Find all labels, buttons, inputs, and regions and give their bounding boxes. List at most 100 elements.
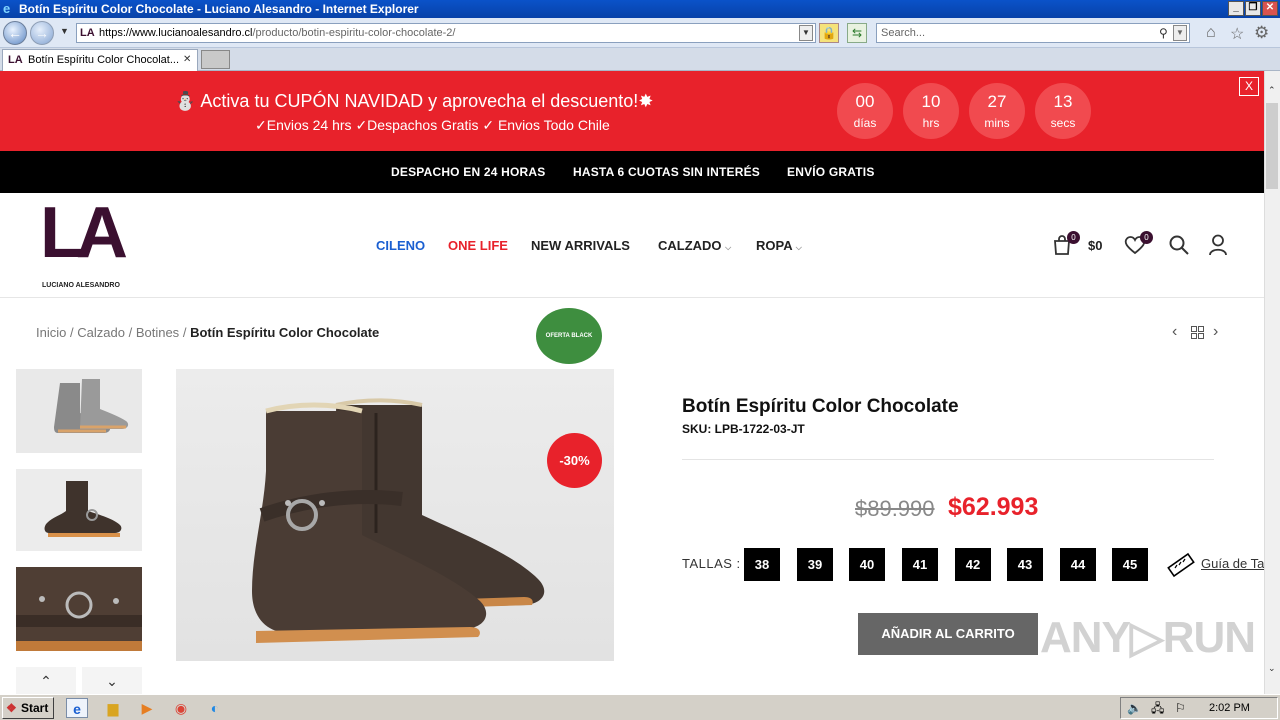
- gear-icon[interactable]: ⚙: [1254, 23, 1269, 43]
- breadcrumb-botines[interactable]: Botines: [136, 325, 179, 340]
- countdown-minutes: 27 mins: [969, 83, 1025, 139]
- discount-badge: -30%: [547, 433, 602, 488]
- prev-product-icon[interactable]: ‹: [1172, 323, 1177, 341]
- restore-button[interactable]: ❐: [1245, 1, 1261, 16]
- nav-new-arrivals[interactable]: NEW ARRIVALS: [531, 238, 630, 253]
- ie-taskbar-icon[interactable]: e: [66, 698, 88, 718]
- shipping-info-bar: DESPACHO EN 24 HORAS HASTA 6 CUOTAS SIN …: [0, 151, 1264, 193]
- search-input[interactable]: Search... ⚲ ▼: [876, 23, 1190, 43]
- promo-subline: ✓Envios 24 hrs ✓Despachos Gratis ✓ Envio…: [255, 117, 610, 133]
- volume-icon[interactable]: 🔈: [1127, 698, 1142, 718]
- divider: [682, 459, 1214, 460]
- promo-headline: ⛄ Activa tu CUPÓN NAVIDAD y aprovecha el…: [174, 91, 654, 111]
- thumbnail-1[interactable]: [16, 369, 142, 453]
- scroll-up-icon[interactable]: ⌃: [1268, 85, 1276, 96]
- cart-total[interactable]: $0: [1088, 238, 1102, 253]
- site-logo[interactable]: LA: [40, 197, 128, 269]
- size-option-42[interactable]: 42: [955, 548, 991, 581]
- address-bar[interactable]: LA https://www.lucianoalesandro.cl/produ…: [76, 23, 816, 43]
- site-header: LA LUCIANO ALESANDRO CILENO ONE LIFE NEW…: [0, 193, 1264, 298]
- refresh-icon[interactable]: ⇆: [847, 23, 867, 43]
- folder-icon[interactable]: ▆: [102, 698, 124, 718]
- size-guide-link[interactable]: Guía de Ta: [1201, 556, 1264, 571]
- search-icon[interactable]: ⚲: [1159, 24, 1168, 42]
- network-icon[interactable]: 🖧: [1151, 698, 1164, 718]
- size-option-43[interactable]: 43: [1007, 548, 1043, 581]
- search-icon[interactable]: [1169, 235, 1189, 255]
- favorites-star-icon[interactable]: ☆: [1230, 24, 1244, 44]
- thumbnails-up-button[interactable]: ⌃: [16, 667, 76, 695]
- flag-icon[interactable]: ⚐: [1175, 698, 1186, 718]
- home-icon[interactable]: ⌂: [1206, 24, 1216, 42]
- nav-cileno[interactable]: CILENO: [376, 238, 425, 253]
- tab-title: Botín Espíritu Color Chocolat...: [28, 54, 180, 66]
- sale-price: $62.993: [948, 493, 1039, 521]
- edge-icon[interactable]: ◐: [204, 698, 226, 718]
- back-button[interactable]: ←: [3, 21, 27, 45]
- browser-navigation-bar: ← → ▼ LA https://www.lucianoalesandro.cl…: [0, 18, 1280, 48]
- countdown-hours: 10 hrs: [903, 83, 959, 139]
- add-to-cart-button[interactable]: AÑADIR AL CARRITO: [858, 613, 1038, 655]
- scrollbar-thumb[interactable]: [1266, 103, 1278, 189]
- window-title: Botín Espíritu Color Chocolate - Luciano…: [19, 2, 419, 16]
- sizes-label: TALLAS :: [682, 556, 741, 571]
- ruler-icon[interactable]: [1166, 552, 1196, 578]
- breadcrumb-current: Botín Espíritu Color Chocolate: [190, 325, 380, 340]
- nav-ropa[interactable]: ROPA ⌵: [756, 238, 802, 253]
- account-user-icon[interactable]: [1208, 234, 1228, 256]
- system-tray: 🔈 🖧 ⚐ 2:02 PM: [1120, 697, 1278, 719]
- breadcrumb: Inicio / Calzado / Botines / Botín Espír…: [36, 325, 380, 340]
- cart-count-badge: 0: [1067, 231, 1080, 244]
- nav-one-life[interactable]: ONE LIFE: [448, 238, 508, 253]
- anyrun-watermark: ANY▷RUN: [1040, 613, 1256, 662]
- thumbnail-3[interactable]: [16, 567, 142, 651]
- address-dropdown-icon[interactable]: ▼: [799, 25, 813, 41]
- product-sku: SKU: LPB-1722-03-JT: [682, 422, 805, 436]
- new-tab-button[interactable]: [201, 50, 230, 69]
- minimize-button[interactable]: _: [1228, 1, 1244, 16]
- old-price: $89.990: [855, 496, 935, 521]
- search-dropdown-icon[interactable]: ▼: [1173, 25, 1187, 41]
- size-option-44[interactable]: 44: [1060, 548, 1096, 581]
- grid-view-icon[interactable]: [1191, 326, 1204, 339]
- size-option-45[interactable]: 45: [1112, 548, 1148, 581]
- nav-calzado[interactable]: CALZADO ⌵: [658, 238, 731, 253]
- wishlist-count-badge: 0: [1140, 231, 1153, 244]
- size-option-39[interactable]: 39: [797, 548, 833, 581]
- scroll-down-icon[interactable]: ⌄: [1268, 663, 1276, 674]
- chevron-down-icon: ⌵: [725, 243, 732, 252]
- windows-logo-icon: ❖: [6, 701, 17, 715]
- size-option-41[interactable]: 41: [902, 548, 938, 581]
- site-logo-text: LUCIANO ALESANDRO: [42, 282, 120, 289]
- promo-close-button[interactable]: X: [1239, 77, 1259, 96]
- forward-button[interactable]: →: [30, 21, 54, 45]
- history-dropdown-icon[interactable]: ▼: [60, 26, 69, 36]
- breadcrumb-calzado[interactable]: Calzado: [77, 325, 125, 340]
- size-option-38[interactable]: 38: [744, 548, 780, 581]
- start-button[interactable]: ❖ Start: [2, 697, 54, 719]
- breadcrumb-inicio[interactable]: Inicio: [36, 325, 66, 340]
- product-main-image[interactable]: [176, 369, 614, 661]
- clock: 2:02 PM: [1209, 702, 1250, 714]
- media-player-icon[interactable]: ▶: [136, 698, 158, 718]
- site-favicon-icon: LA: [80, 27, 95, 39]
- oferta-black-badge: OFERTA BLACK: [536, 308, 602, 364]
- next-product-icon[interactable]: ›: [1213, 323, 1218, 341]
- chrome-icon[interactable]: ◉: [170, 698, 192, 718]
- countdown-days: 00 días: [837, 83, 893, 139]
- countdown-seconds: 13 secs: [1035, 83, 1091, 139]
- thumbnail-2[interactable]: [16, 469, 142, 551]
- windows-taskbar: ❖ Start e ▆ ▶ ◉ ◐ 🔈 🖧 ⚐ 2:02 PM: [0, 694, 1280, 720]
- size-option-40[interactable]: 40: [849, 548, 885, 581]
- url-text: https://www.lucianoalesandro.cl/producto…: [99, 27, 456, 39]
- tab-bar: LA Botín Espíritu Color Chocolat... ✕: [0, 48, 1280, 71]
- window-title-bar: e Botín Espíritu Color Chocolate - Lucia…: [0, 0, 1280, 18]
- tab-active[interactable]: LA Botín Espíritu Color Chocolat... ✕: [2, 49, 198, 71]
- ie-logo-icon: e: [3, 1, 11, 16]
- tab-close-icon[interactable]: ✕: [183, 50, 191, 70]
- thumbnails-down-button[interactable]: ⌄: [82, 667, 142, 695]
- product-title: Botín Espíritu Color Chocolate: [682, 396, 959, 417]
- lock-icon[interactable]: 🔒: [819, 23, 839, 43]
- promo-banner: ⛄ Activa tu CUPÓN NAVIDAD y aprovecha el…: [0, 71, 1264, 151]
- close-window-button[interactable]: ✕: [1262, 1, 1278, 16]
